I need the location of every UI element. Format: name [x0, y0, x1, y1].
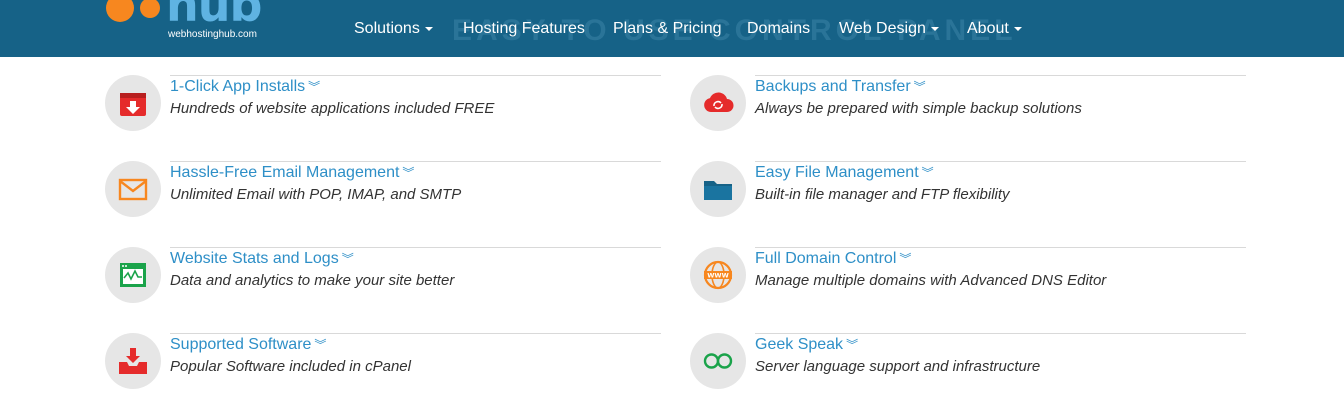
feature-title: Website Stats and Logs — [170, 250, 339, 267]
feature-email: Hassle-Free Email Management ︾ Unlimited … — [105, 161, 665, 223]
feature-icon-circle: WWW — [690, 247, 746, 303]
logo-dot-large — [106, 0, 134, 22]
feature-icon-circle — [690, 333, 746, 389]
feature-stats: Website Stats and Logs ︾ Data and analyti… — [105, 247, 665, 309]
feature-title-link[interactable]: Backups and Transfer ︾ — [755, 78, 926, 96]
feature-title: 1-Click App Installs — [170, 78, 306, 95]
divider — [755, 75, 1246, 76]
feature-icon-circle — [105, 247, 161, 303]
feature-icon-circle — [105, 161, 161, 217]
stats-window-icon — [120, 263, 146, 287]
divider — [755, 333, 1246, 334]
nav-label: Solutions — [354, 20, 420, 37]
double-chevron-down-icon: ︾ — [308, 80, 321, 94]
nav-label: Domains — [747, 20, 811, 37]
logo-domain-text: webhostinghub.com — [168, 29, 257, 40]
feature-title-link[interactable]: Easy File Management ︾ — [755, 164, 934, 182]
feature-description: Always be prepared with simple backup so… — [755, 100, 1082, 117]
divider — [170, 333, 661, 334]
feature-app-installs: 1-Click App Installs ︾ Hundreds of websit… — [105, 75, 665, 137]
download-tray-icon — [119, 348, 147, 374]
feature-title: Hassle-Free Email Management — [170, 164, 400, 181]
feature-icon-circle — [690, 161, 746, 217]
feature-backups: Backups and Transfer ︾ Always be prepared… — [690, 75, 1250, 137]
site-logo[interactable]: hub webhostinghub.com — [104, 0, 274, 56]
feature-icon-circle — [105, 75, 161, 131]
feature-title: Full Domain Control — [755, 250, 897, 267]
feature-description: Data and analytics to make your site bet… — [170, 272, 455, 289]
nav-plans-pricing[interactable]: Plans & Pricing — [613, 20, 722, 38]
nav-solutions[interactable]: Solutions — [354, 20, 433, 38]
double-chevron-down-icon: ︾ — [402, 166, 415, 180]
nav-label: Hosting Features — [463, 20, 585, 37]
double-chevron-down-icon: ︾ — [314, 338, 327, 352]
divider — [170, 75, 661, 76]
nav-label: Web Design — [839, 20, 926, 37]
feature-title-link[interactable]: Website Stats and Logs ︾ — [170, 250, 354, 268]
cloud-sync-icon — [704, 92, 734, 112]
nav-label: Plans & Pricing — [613, 20, 722, 37]
geek-glasses-icon — [703, 353, 733, 369]
logo-wordmark: hub — [166, 0, 262, 32]
feature-geek-speak: Geek Speak ︾ Server language support and … — [690, 333, 1250, 395]
divider — [755, 161, 1246, 162]
double-chevron-down-icon: ︾ — [899, 252, 912, 266]
double-chevron-down-icon: ︾ — [846, 338, 859, 352]
feature-title-link[interactable]: Geek Speak ︾ — [755, 336, 858, 354]
caret-down-icon — [930, 26, 939, 31]
feature-title-link[interactable]: Hassle-Free Email Management ︾ — [170, 164, 414, 182]
feature-title-link[interactable]: 1-Click App Installs ︾ — [170, 78, 320, 96]
feature-title: Geek Speak — [755, 336, 844, 353]
feature-title: Supported Software — [170, 336, 312, 353]
divider — [755, 247, 1246, 248]
folder-icon — [704, 181, 732, 200]
nav-about[interactable]: About — [967, 20, 1022, 38]
feature-icon-circle — [690, 75, 746, 131]
feature-title: Easy File Management — [755, 164, 919, 181]
double-chevron-down-icon: ︾ — [341, 252, 354, 266]
feature-description: Unlimited Email with POP, IMAP, and SMTP — [170, 186, 462, 203]
feature-description: Manage multiple domains with Advanced DN… — [755, 272, 1107, 289]
feature-file-management: Easy File Management ︾ Built-in file mana… — [690, 161, 1250, 223]
feature-domain-control: WWW Full Domain Control ︾ Manage multiple… — [690, 247, 1250, 309]
feature-description: Popular Software included in cPanel — [170, 358, 411, 375]
top-navigation-bar: EASY TO USE CONTROL PANEL hub webhosting… — [0, 0, 1344, 57]
nav-domains[interactable]: Domains — [747, 20, 810, 38]
feature-supported-software: Supported Software ︾ Popular Software inc… — [105, 333, 665, 395]
feature-description: Built-in file manager and FTP flexibilit… — [755, 186, 1010, 203]
feature-title-link[interactable]: Full Domain Control ︾ — [755, 250, 911, 268]
feature-title-link[interactable]: Supported Software ︾ — [170, 336, 326, 354]
www-globe-icon: WWW — [703, 260, 733, 290]
envelope-icon — [118, 178, 148, 201]
nav-web-design[interactable]: Web Design — [839, 20, 939, 38]
svg-text:WWW: WWW — [707, 272, 729, 280]
double-chevron-down-icon: ︾ — [913, 80, 926, 94]
caret-down-icon — [1013, 26, 1022, 31]
divider — [170, 247, 661, 248]
logo-dot-small — [140, 0, 160, 18]
nav-label: About — [967, 20, 1009, 37]
nav-hosting-features[interactable]: Hosting Features — [463, 20, 585, 38]
feature-title: Backups and Transfer — [755, 78, 911, 95]
feature-icon-circle — [105, 333, 161, 389]
caret-down-icon — [424, 26, 433, 31]
divider — [170, 161, 661, 162]
feature-description: Hundreds of website applications include… — [170, 100, 495, 117]
feature-description: Server language support and infrastructu… — [755, 358, 1041, 375]
double-chevron-down-icon: ︾ — [921, 166, 934, 180]
app-install-icon — [120, 93, 146, 116]
